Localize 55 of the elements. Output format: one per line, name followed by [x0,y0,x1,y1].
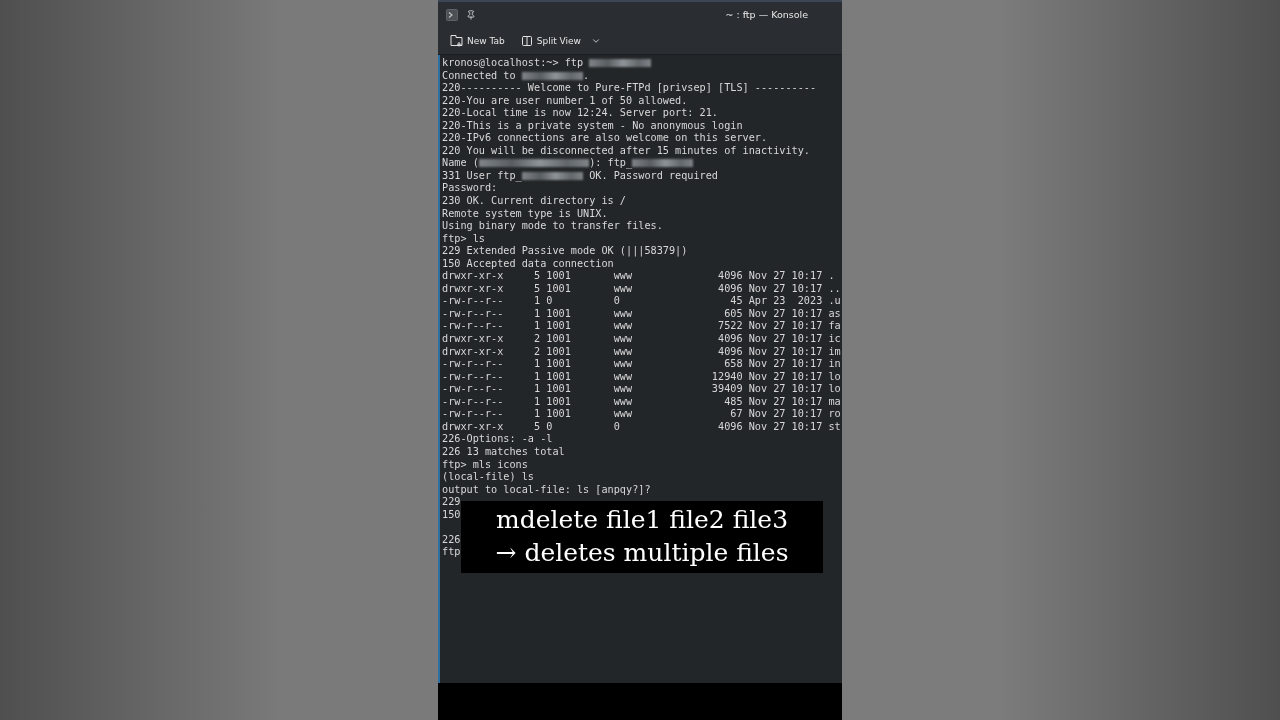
terminal-text: drwxr-xr-x 5 0 0 4096 Nov 27 10:17 st [442,420,841,432]
terminal-text: 150 Accepted data connection [442,257,614,269]
terminal-text: Password: [442,182,498,194]
caption-text: → deletes multiple files [495,537,789,569]
redaction-blur [589,59,651,67]
terminal-text: 226 [442,533,461,545]
terminal-text: ftp> ls [442,232,485,244]
terminal-text: 150 [442,508,461,520]
terminal-text: drwxr-xr-x 5 1001 www 4096 Nov 27 10:17 . [442,270,835,282]
terminal-text: output to local-file: ls [anpqy?]? [442,483,651,495]
terminal-text: 220-Local time is now 12:24. Server port: 21. [442,107,718,119]
terminal-text: ftp> mls icons [442,458,528,470]
caption-text: mdelete file1 file2 file3 [495,504,789,536]
terminal-text: -rw-r--r-- 1 0 0 45 Apr 23 2023 .u [442,295,841,307]
terminal-text: Using binary mode to transfer files. [442,220,663,232]
new-tab-icon [450,34,463,47]
terminal-text: 220-This is a private system - No anonymous login [442,119,743,131]
split-view-icon [520,34,533,47]
terminal-text: 226-Options: -a -l [442,433,553,445]
terminal-text: 230 OK. Current directory is / [442,195,626,206]
terminal-text: Name ( [442,157,479,169]
terminal-text: 220 You will be disconnected after 15 minutes of inactivity. [442,144,810,156]
terminal-text: ): ftp_ [589,157,633,169]
new-tab-button[interactable]: New Tab [448,32,507,49]
terminal-text: -rw-r--r-- 1 1001 www 39409 Nov 27 10:17 lo [442,383,841,395]
terminal-text: -rw-r--r-- 1 1001 www 67 Nov 27 10:17 ro [442,408,841,420]
redaction-blur [521,171,584,180]
pin-icon[interactable] [466,9,476,20]
terminal-text: Remote system type is UNIX. [442,207,608,219]
terminal-text: 331 User ftp_ [442,169,522,181]
terminal-text: -rw-r--r-- 1 1001 www 12940 Nov 27 10:17 lo [442,370,841,382]
terminal-text: -rw-r--r-- 1 1001 www 7522 Nov 27 10:17 fa [442,320,841,332]
terminal-text: 220-IPv6 connections are also welcome on this server. [442,132,768,144]
terminal-text: -rw-r--r-- 1 1001 www 658 Nov 27 10:17 in [442,358,841,370]
window-title: ~ : ftp — Konsole [725,9,808,20]
terminal-text: -rw-r--r-- 1 1001 www 485 Nov 27 10:17 ma [442,395,841,407]
terminal-icon [446,8,458,21]
terminal-text: ftp [442,546,461,558]
terminal-text: drwxr-xr-x 2 1001 www 4096 Nov 27 10:17 im [442,345,841,357]
terminal-text: OK. Password required [588,169,718,181]
terminal-text: 229 [442,496,461,508]
split-view-button[interactable]: Split View [518,32,603,49]
terminal-text: kronos@localhost:~> ftp [442,57,585,68]
terminal-text: . [583,69,590,81]
terminal-text: Connected to [442,69,517,81]
redaction-blur [521,71,584,80]
terminal-text: 229 Extended Passive mode OK (|||58379|) [442,245,688,257]
terminal-text: 220---------- Welcome to Pure-FTPd [privsep] [TLS] ---------- [442,82,817,94]
terminal-text: 226 13 matches total [442,445,565,457]
terminal-text: drwxr-xr-x 2 1001 www 4096 Nov 27 10:17 ic [442,333,841,345]
terminal-text: 220-You are user number 1 of 50 allowed. [442,94,688,106]
terminal-text: drwxr-xr-x 5 1001 www 4096 Nov 27 10:17 .. [442,282,841,294]
terminal-text: (local-file) ls [442,471,534,483]
redaction-blur [632,159,694,168]
terminal-text: -rw-r--r-- 1 1001 www 605 Nov 27 10:17 as [442,307,841,319]
